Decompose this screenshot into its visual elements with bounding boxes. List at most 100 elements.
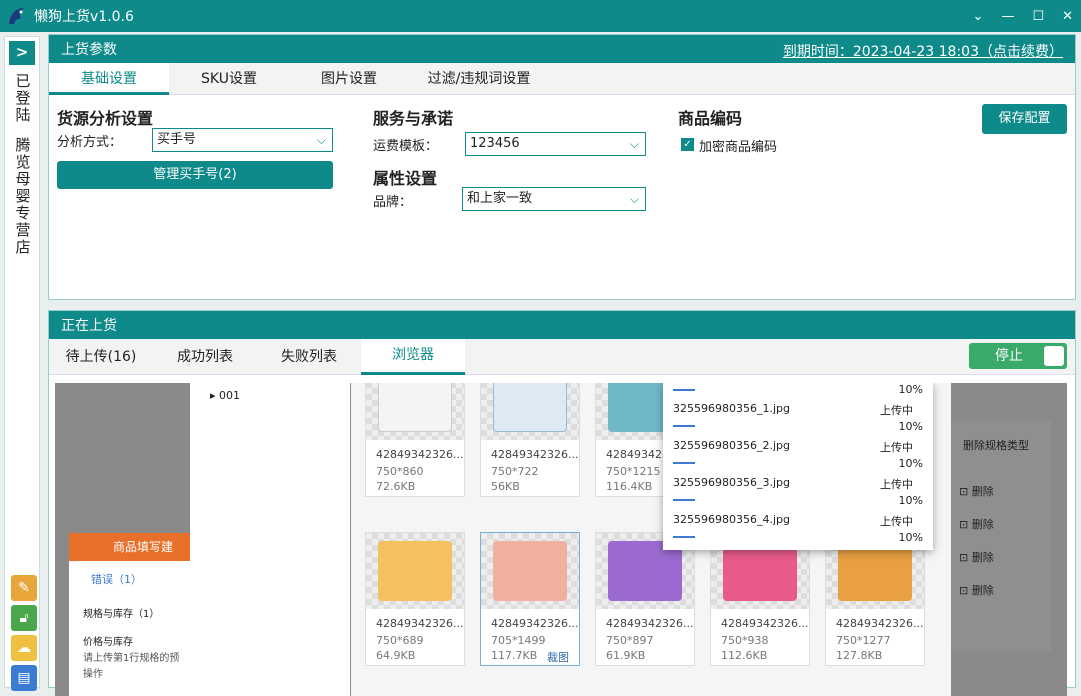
unlock-icon[interactable]: 🔓︎ <box>11 605 37 631</box>
image-art <box>493 383 567 432</box>
method-select[interactable]: 买手号 ⌵ <box>152 128 333 152</box>
encrypt-checkbox[interactable]: ✓ <box>681 138 694 151</box>
delete-link[interactable]: ⊡ 删除 <box>959 582 994 598</box>
upload-panel: 正在上货 待上传(16) 成功列表 失败列表 浏览器 停止 商品填写建 错误（1… <box>48 310 1076 696</box>
delete-spec-type[interactable]: 删除规格类型 <box>963 437 1029 453</box>
freight-label: 运费模板： <box>373 139 439 154</box>
folder-tree: ▸ 001 <box>190 383 350 696</box>
attr-heading: 属性设置 <box>373 169 438 188</box>
maximize-button[interactable]: ☐ <box>1032 9 1044 24</box>
form-line: 请上传第1行规格的预 <box>83 653 180 664</box>
freight-value: 123456 <box>470 136 520 151</box>
upload-tabs: 待上传(16) 成功列表 失败列表 浏览器 停止 <box>49 339 1075 375</box>
tab-browser[interactable]: 浏览器 <box>361 339 465 375</box>
image-size: 127.8KB <box>836 649 883 662</box>
image-card[interactable]: 42849342326... 750*722 56KB <box>480 383 580 497</box>
upload-row: 325596980356_3.jpg 上传中 <box>673 476 923 491</box>
tree-item-label: 001 <box>219 389 241 402</box>
upload-pct: 10% <box>898 531 923 544</box>
image-size: 56KB <box>491 480 520 493</box>
app-title: 懒狗上货v1.0.6 <box>34 9 134 25</box>
method-label: 分析方式： <box>57 135 123 150</box>
store-name: 腾览母婴专营店 <box>15 136 31 256</box>
dropdown-icon[interactable]: ⌄ <box>973 9 984 24</box>
cloud-icon[interactable]: ☁ <box>11 635 37 661</box>
delete-label: 删除 <box>971 551 994 564</box>
upload-pct: 10% <box>898 420 923 433</box>
toggle-knob <box>1044 346 1064 366</box>
image-card[interactable]: 42849342326... 750*897 61.9KB <box>595 532 695 666</box>
upload-row: 325596980356_2.jpg 上传中 <box>673 439 923 454</box>
image-icon: ⊡ <box>959 485 969 498</box>
image-thumbnail <box>481 383 579 440</box>
delete-link[interactable]: ⊡ 删除 <box>959 483 994 499</box>
tab-filter[interactable]: 过滤/违规词设置 <box>409 63 549 95</box>
image-dim: 750*897 <box>606 634 654 647</box>
image-size: 72.6KB <box>376 480 416 493</box>
image-card[interactable]: 42849342326... 750*860 72.6KB <box>365 383 465 497</box>
brand-select[interactable]: 和上家一致 ⌵ <box>462 187 646 211</box>
image-name: 42849342326... <box>836 617 924 630</box>
tab-basic[interactable]: 基础设置 <box>49 63 169 95</box>
upload-status: 上传中 <box>880 478 913 491</box>
sidebar-toggle-button[interactable]: > <box>9 41 35 65</box>
manage-buyer-button[interactable]: 管理买手号(2) <box>57 161 333 189</box>
edit-icon[interactable]: ✎ <box>11 575 37 601</box>
upload-status: 上传中 <box>880 515 913 528</box>
image-name: 42849342326... <box>491 448 579 461</box>
source-heading: 货源分析设置 <box>57 109 154 128</box>
delete-label: 删除 <box>971 584 994 597</box>
error-tab[interactable]: 错误（1） <box>91 571 142 587</box>
freight-select[interactable]: 123456 ⌵ <box>465 132 646 156</box>
delete-link[interactable]: ⊡ 删除 <box>959 516 994 532</box>
image-size: 112.6KB <box>721 649 768 662</box>
close-button[interactable]: ✕ <box>1062 9 1073 24</box>
login-status: 已登陆 <box>15 72 31 124</box>
save-config-button[interactable]: 保存配置 <box>982 104 1067 134</box>
image-card[interactable]: 42849342326... 750*1277 127.8KB <box>825 532 925 666</box>
upload-file: 325596980356_4.jpg <box>673 513 790 526</box>
crop-link[interactable]: 裁图 <box>547 649 569 665</box>
browser-view: 商品填写建 错误（1） 规格与库存（1） 价格与库存 请上传第1行规格的预 操作… <box>55 383 1067 696</box>
params-panel: 上货参数 到期时间：2023-04-23 18:03（点击续费） 基础设置 SK… <box>48 34 1076 300</box>
image-dim: 750*1215 <box>606 465 661 478</box>
tree-item[interactable]: ▸ 001 <box>210 389 240 402</box>
encode-heading: 商品编码 <box>678 109 743 128</box>
image-card-selected[interactable]: 42849342326... 705*1499 117.7KB 裁图 <box>480 532 580 666</box>
upload-pct: 10% <box>898 494 923 507</box>
delete-label: 删除 <box>971 485 994 498</box>
upload-pct: 10% <box>898 383 923 396</box>
image-dim: 705*1499 <box>491 634 546 647</box>
image-card[interactable]: 42849342326... 750*938 112.6KB <box>710 532 810 666</box>
image-art <box>723 541 797 601</box>
image-name: 42849342326... <box>721 617 809 630</box>
image-art <box>493 541 567 601</box>
image-thumbnail <box>366 533 464 609</box>
tab-image[interactable]: 图片设置 <box>289 63 409 95</box>
tab-failed[interactable]: 失败列表 <box>257 339 361 375</box>
upload-file: 325596980356_3.jpg <box>673 476 790 489</box>
service-heading: 服务与承诺 <box>373 109 454 128</box>
expire-link[interactable]: 到期时间：2023-04-23 18:03（点击续费） <box>783 41 1063 61</box>
form-line: 规格与库存（1） <box>83 609 160 620</box>
store-icon[interactable]: ▤ <box>11 665 37 691</box>
image-card[interactable]: 42849342326... 750*689 64.9KB <box>365 532 465 666</box>
delete-link[interactable]: ⊡ 删除 <box>959 549 994 565</box>
params-tabs: 基础设置 SKU设置 图片设置 过滤/违规词设置 <box>49 63 1075 95</box>
image-size: 116.4KB <box>606 480 653 493</box>
sku-form: 删除规格类型 ⊡ 删除 ⊡ 删除 ⊡ 删除 ⊡ 删除 <box>951 421 1051 651</box>
image-size: 117.7KB <box>491 649 538 662</box>
stop-toggle[interactable]: 停止 <box>969 343 1067 369</box>
image-dim: 750*938 <box>721 634 769 647</box>
chevron-down-icon: ⌵ <box>629 192 639 206</box>
product-form: 商品填写建 错误（1） 规格与库存（1） 价格与库存 请上传第1行规格的预 操作 <box>69 533 190 696</box>
tab-success[interactable]: 成功列表 <box>153 339 257 375</box>
tab-pending[interactable]: 待上传(16) <box>49 339 153 375</box>
minimize-button[interactable]: — <box>1001 9 1014 24</box>
image-thumbnail <box>481 533 579 609</box>
delete-label: 删除 <box>971 518 994 531</box>
chevron-down-icon: ⌵ <box>316 133 326 147</box>
form-header: 商品填写建 <box>69 533 190 561</box>
params-panel-title: 上货参数 <box>61 42 117 58</box>
tab-sku[interactable]: SKU设置 <box>169 63 289 95</box>
